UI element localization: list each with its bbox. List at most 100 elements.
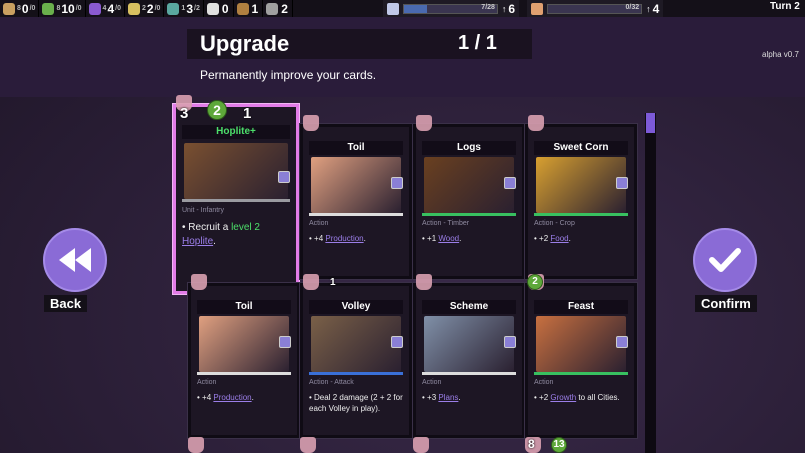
- card-desc-text: • Deal 2 damage (2 + 2 for each Volley i…: [309, 393, 403, 413]
- growth-icon: [167, 2, 180, 15]
- resource-income: 8: [17, 5, 21, 12]
- confirm-label[interactable]: Confirm: [695, 295, 757, 312]
- hand-icon: [528, 115, 544, 131]
- card-desc-text: • +4: [197, 393, 214, 402]
- card-desc-link[interactable]: Hoplite: [182, 236, 213, 247]
- card-desc-link[interactable]: Production: [325, 234, 363, 243]
- card-type-bar: [182, 199, 290, 202]
- resource-cap: /0: [75, 5, 82, 12]
- card-toil[interactable]: Toil Action • +4 Production.: [300, 124, 412, 279]
- resource-bar: 8 0/0 8 10/0 4 4/0 2 2/0 1 3/2 0 1 2 7/28 ↑ 6 0/32 ↑…: [0, 0, 805, 17]
- resource-value: 2: [146, 1, 154, 16]
- card-desc-link[interactable]: Production: [213, 393, 251, 402]
- hand-icon: [191, 274, 207, 290]
- card-desc-text: • +1: [422, 234, 439, 243]
- card-type: Action - Timber: [422, 220, 470, 227]
- confirm-button[interactable]: [693, 228, 757, 292]
- resource-value: 0: [221, 1, 229, 16]
- card-type: Action - Crop: [534, 220, 575, 227]
- resource-wood: 1: [234, 0, 264, 17]
- card-type: Unit - Infantry: [182, 207, 225, 214]
- card-type-bar: [422, 372, 516, 375]
- growth-cost-icon: 2: [207, 100, 227, 120]
- resource-gold: 2 2/0: [125, 0, 165, 17]
- card-name: Scheme: [422, 300, 516, 314]
- hand-icon: [300, 437, 316, 453]
- card-description: • +2 Growth to all Cities.: [534, 392, 629, 403]
- resource-plans: 4 4/0: [86, 0, 125, 17]
- card-type: Action: [309, 220, 329, 227]
- resource-growth: 1 3/2: [164, 0, 204, 17]
- card-desc-text: .: [568, 234, 571, 243]
- hand-icon: [303, 274, 319, 290]
- card-desc-text: • +2: [534, 234, 551, 243]
- growth-cost-icon: 2: [527, 274, 543, 290]
- card-art: [424, 157, 514, 213]
- card-desc-text: to all Cities.: [576, 393, 620, 402]
- card-feast[interactable]: Feast Action • +2 Growth to all Cities.: [525, 283, 637, 438]
- resource-income: 1: [181, 5, 186, 12]
- heart-icon: [206, 2, 219, 15]
- card-art: [184, 143, 288, 199]
- progress-fill-1: [403, 4, 428, 13]
- progress-group-2: 0/32 ↑ 4: [527, 0, 664, 17]
- card-desc-link[interactable]: Wood: [438, 234, 459, 243]
- card-name: Hoplite+: [182, 125, 290, 139]
- card-cost-hand: 8: [528, 437, 535, 451]
- card-desc-text: .: [251, 393, 254, 402]
- hand-icon: [188, 437, 204, 453]
- card-name: Toil: [309, 141, 403, 155]
- card-description: • +2 Food.: [534, 233, 629, 244]
- card-type-bar: [309, 213, 403, 216]
- card-tag-icon: [616, 177, 628, 189]
- resource-value: 0: [21, 1, 29, 16]
- hand-icon: [416, 274, 432, 290]
- gold-icon: [127, 2, 140, 15]
- resource-value: 2: [281, 1, 288, 16]
- resource-income: 2: [141, 5, 146, 12]
- card-desc-link[interactable]: Plans: [438, 393, 458, 402]
- wood-icon: [236, 2, 249, 15]
- card-sweet-corn[interactable]: Sweet Corn Action - Crop • +2 Food.: [525, 124, 637, 279]
- card-type-bar: [534, 213, 628, 216]
- resource-cap: /2: [194, 5, 200, 12]
- card-hoplite[interactable]: Hoplite+ Unit - Infantry • Recruit a level…: [173, 104, 299, 294]
- card-art: [199, 316, 289, 372]
- back-label[interactable]: Back: [44, 295, 88, 312]
- hand-icon: [413, 437, 429, 453]
- card-volley[interactable]: Volley Action - Attack • Deal 2 damage (2 …: [300, 283, 412, 438]
- card-desc-text: .: [363, 234, 366, 243]
- card-logs[interactable]: Logs Action - Timber • +1 Wood.: [413, 124, 525, 279]
- progress-count-1: 6: [508, 1, 516, 16]
- card-name: Feast: [534, 300, 628, 314]
- card-desc-link[interactable]: Food: [550, 234, 568, 243]
- scroll-thumb[interactable]: [646, 113, 655, 133]
- resource-income: 4: [102, 5, 107, 12]
- card-description: • +4 Production.: [197, 392, 292, 403]
- scrollbar[interactable]: [645, 113, 656, 453]
- flask-icon: [386, 2, 399, 15]
- card-description: • Recruit a level 2 Hoplite.: [182, 221, 291, 249]
- resource-value: 3: [186, 1, 194, 16]
- hand-icon: [416, 115, 432, 131]
- card-name: Volley: [309, 300, 403, 314]
- back-button[interactable]: [43, 228, 107, 292]
- resource-heart: 0: [204, 0, 234, 17]
- card-type-bar: [534, 372, 628, 375]
- version-label: alpha v0.7: [762, 50, 799, 59]
- card-type-bar: [197, 372, 291, 375]
- card-scheme[interactable]: Scheme Action • +3 Plans.: [413, 283, 525, 438]
- card-desc-link[interactable]: Growth: [550, 393, 576, 402]
- selection-counter: 1 / 1: [458, 32, 497, 54]
- hand-icon: [303, 115, 319, 131]
- resource-food: 8 10/0: [39, 0, 86, 17]
- card-description: • +3 Plans.: [422, 392, 517, 403]
- card-name: Logs: [422, 141, 516, 155]
- resource-pop: 8 0/0: [0, 0, 40, 17]
- card-toil[interactable]: Toil Action • +4 Production.: [188, 283, 300, 438]
- resource-cap: /0: [29, 5, 36, 12]
- card-art: [311, 316, 401, 372]
- card-cost-hand: 3: [180, 105, 189, 122]
- card-tag-icon: [391, 177, 403, 189]
- card-art: [424, 316, 514, 372]
